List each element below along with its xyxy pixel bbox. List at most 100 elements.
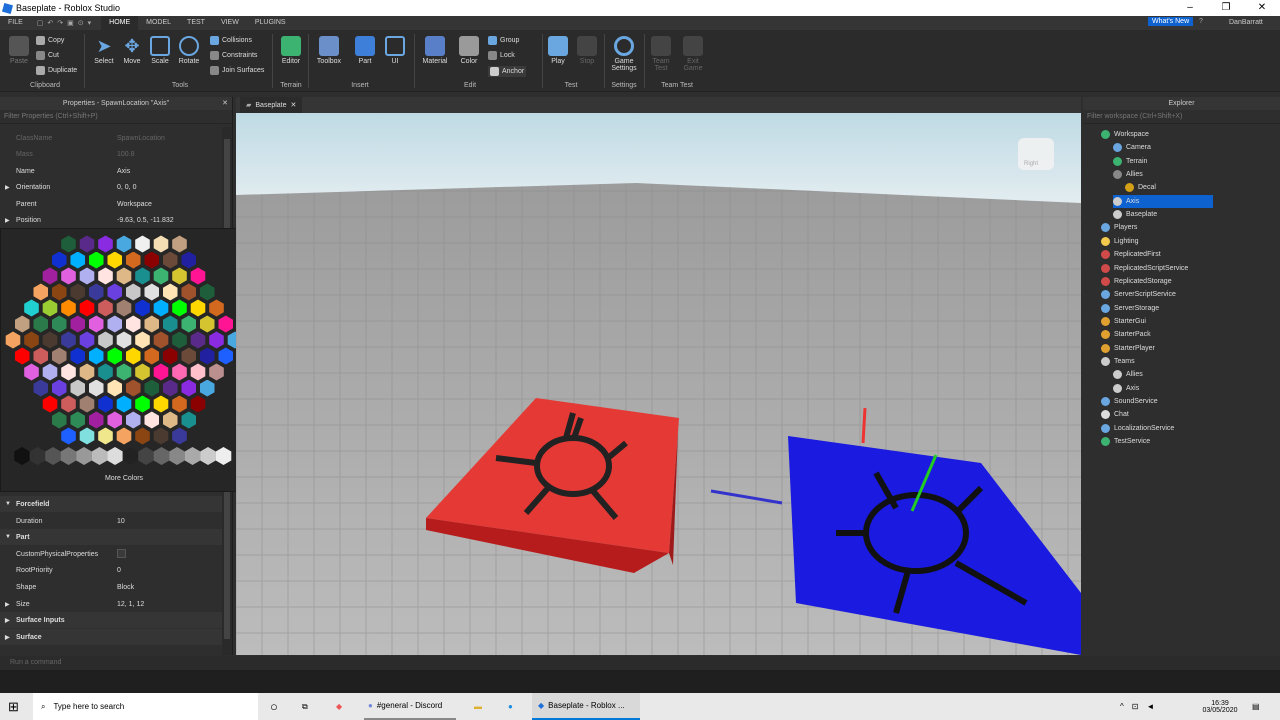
color-swatch[interactable]: [32, 282, 49, 302]
color-swatch[interactable]: [41, 330, 59, 350]
color-swatch[interactable]: [125, 314, 142, 334]
color-swatch[interactable]: [217, 314, 234, 334]
paste-button[interactable]: Paste: [8, 36, 30, 65]
color-swatch[interactable]: [51, 410, 68, 430]
volume-icon[interactable]: ◄: [1146, 702, 1154, 711]
quick-access-icons[interactable]: ▢↶↷▣⊙▾: [31, 19, 101, 27]
color-swatch[interactable]: [97, 426, 114, 446]
close-button[interactable]: ✕: [1244, 0, 1280, 16]
color-swatch[interactable]: [106, 250, 123, 270]
color-swatch[interactable]: [69, 250, 86, 270]
stop-button[interactable]: Stop: [576, 36, 598, 65]
close-tab-icon[interactable]: ✕: [291, 101, 297, 109]
color-swatch[interactable]: [32, 378, 49, 398]
prop-category-surface-inputs[interactable]: ▶ Surface Inputs: [0, 612, 222, 628]
gray-swatch[interactable]: [76, 447, 92, 465]
explorer-item[interactable]: Lighting: [1101, 235, 1139, 248]
color-swatch[interactable]: [171, 234, 188, 254]
gray-swatch[interactable]: [153, 447, 170, 465]
color-swatch[interactable]: [162, 250, 179, 270]
color-swatch[interactable]: [171, 426, 188, 446]
explorer-item[interactable]: StarterPack: [1101, 328, 1151, 341]
menu-test[interactable]: TEST: [179, 16, 213, 30]
tray-chevron-icon[interactable]: ^: [1120, 702, 1124, 711]
prop-row-position[interactable]: ▶ Position -9.63, 0.5, -11.832: [0, 212, 222, 228]
color-swatch[interactable]: [152, 298, 170, 318]
gray-swatch[interactable]: [60, 447, 77, 465]
prop-row-name[interactable]: Name Axis: [0, 163, 222, 179]
color-swatch[interactable]: [115, 394, 133, 414]
help-icon[interactable]: ?: [1199, 18, 1203, 25]
file-explorer-icon[interactable]: ▬: [474, 693, 482, 720]
color-swatch[interactable]: [97, 266, 114, 286]
prop-row-orientation[interactable]: ▶ Orientation 0, 0, 0: [0, 179, 222, 195]
color-swatch[interactable]: [199, 346, 216, 366]
color-swatch[interactable]: [143, 410, 160, 430]
color-swatch[interactable]: [162, 282, 179, 302]
prop-row-size[interactable]: ▶ Size 12, 1, 12: [0, 596, 222, 612]
more-colors-button[interactable]: More Colors: [1, 475, 247, 482]
color-swatch[interactable]: [115, 426, 133, 446]
color-swatch[interactable]: [97, 234, 114, 254]
menu-home[interactable]: HOME: [101, 16, 139, 30]
color-swatch[interactable]: [171, 298, 188, 318]
system-tray[interactable]: ^ ⊡ ◄: [1120, 693, 1154, 720]
windows-start-icon[interactable]: ⊞: [8, 693, 19, 720]
3d-viewport[interactable]: Right: [236, 113, 1081, 655]
gray-swatch[interactable]: [107, 447, 123, 465]
color-swatch[interactable]: [14, 346, 31, 366]
color-swatch[interactable]: [97, 330, 114, 350]
menu-view[interactable]: VIEW: [213, 16, 247, 30]
color-swatch[interactable]: [189, 394, 207, 414]
color-swatch[interactable]: [60, 426, 77, 446]
color-swatch[interactable]: [69, 378, 86, 398]
explorer-item[interactable]: Axis: [1113, 194, 1213, 208]
color-swatch[interactable]: [125, 410, 142, 430]
color-swatch[interactable]: [41, 266, 59, 286]
color-swatch[interactable]: [143, 346, 160, 366]
prop-row-classname[interactable]: ClassName SpawnLocation: [0, 130, 222, 146]
color-swatch[interactable]: [152, 362, 170, 382]
prop-row-custom-physical[interactable]: CustomPhysicalProperties: [0, 546, 222, 562]
color-swatch[interactable]: [51, 378, 68, 398]
explorer-item[interactable]: StarterPlayer: [1101, 342, 1155, 355]
explorer-item[interactable]: Allies: [1113, 168, 1143, 181]
color-swatch[interactable]: [152, 266, 170, 286]
color-swatch[interactable]: [88, 346, 105, 366]
move-button[interactable]: ✥ Move: [120, 36, 144, 65]
color-swatch[interactable]: [152, 394, 170, 414]
color-swatch[interactable]: [162, 314, 179, 334]
notifications-icon[interactable]: ▤: [1252, 693, 1260, 720]
color-swatch[interactable]: [134, 330, 151, 350]
color-swatch[interactable]: [88, 250, 105, 270]
team-test-button[interactable]: Team Test: [648, 36, 674, 72]
color-swatch[interactable]: [125, 250, 142, 270]
color-swatch[interactable]: [143, 282, 160, 302]
expand-chevron-icon[interactable]: ▶: [5, 217, 10, 224]
color-swatch[interactable]: [97, 394, 114, 414]
color-swatch[interactable]: [134, 234, 151, 254]
constraints-toggle[interactable]: Constraints: [210, 51, 257, 60]
color-swatch[interactable]: [106, 410, 123, 430]
network-icon[interactable]: ⊡: [1132, 702, 1139, 711]
prop-row-mass[interactable]: Mass 100.8: [0, 146, 222, 162]
taskbar-search-box[interactable]: ⌕ Type here to search: [33, 693, 258, 720]
color-swatch[interactable]: [60, 266, 77, 286]
gray-swatch[interactable]: [138, 447, 154, 465]
color-swatch[interactable]: [60, 330, 77, 350]
duplicate-button[interactable]: Duplicate: [36, 66, 77, 75]
color-swatch[interactable]: [78, 330, 96, 350]
color-swatch[interactable]: [60, 298, 77, 318]
menu-model[interactable]: MODEL: [138, 16, 179, 30]
color-swatch[interactable]: [171, 266, 188, 286]
color-swatch[interactable]: [106, 282, 123, 302]
taskbar-app-discord[interactable]: ● #general - Discord: [364, 693, 456, 720]
prop-row-parent[interactable]: Parent Workspace: [0, 196, 222, 212]
explorer-item[interactable]: SoundService: [1101, 395, 1158, 408]
color-swatch[interactable]: [88, 282, 105, 302]
color-swatch[interactable]: [189, 330, 207, 350]
edge-icon[interactable]: ●: [508, 693, 513, 720]
prop-category-forcefield[interactable]: ▼ Forcefield: [0, 496, 222, 512]
color-swatch[interactable]: [97, 298, 114, 318]
color-swatch[interactable]: [152, 330, 170, 350]
